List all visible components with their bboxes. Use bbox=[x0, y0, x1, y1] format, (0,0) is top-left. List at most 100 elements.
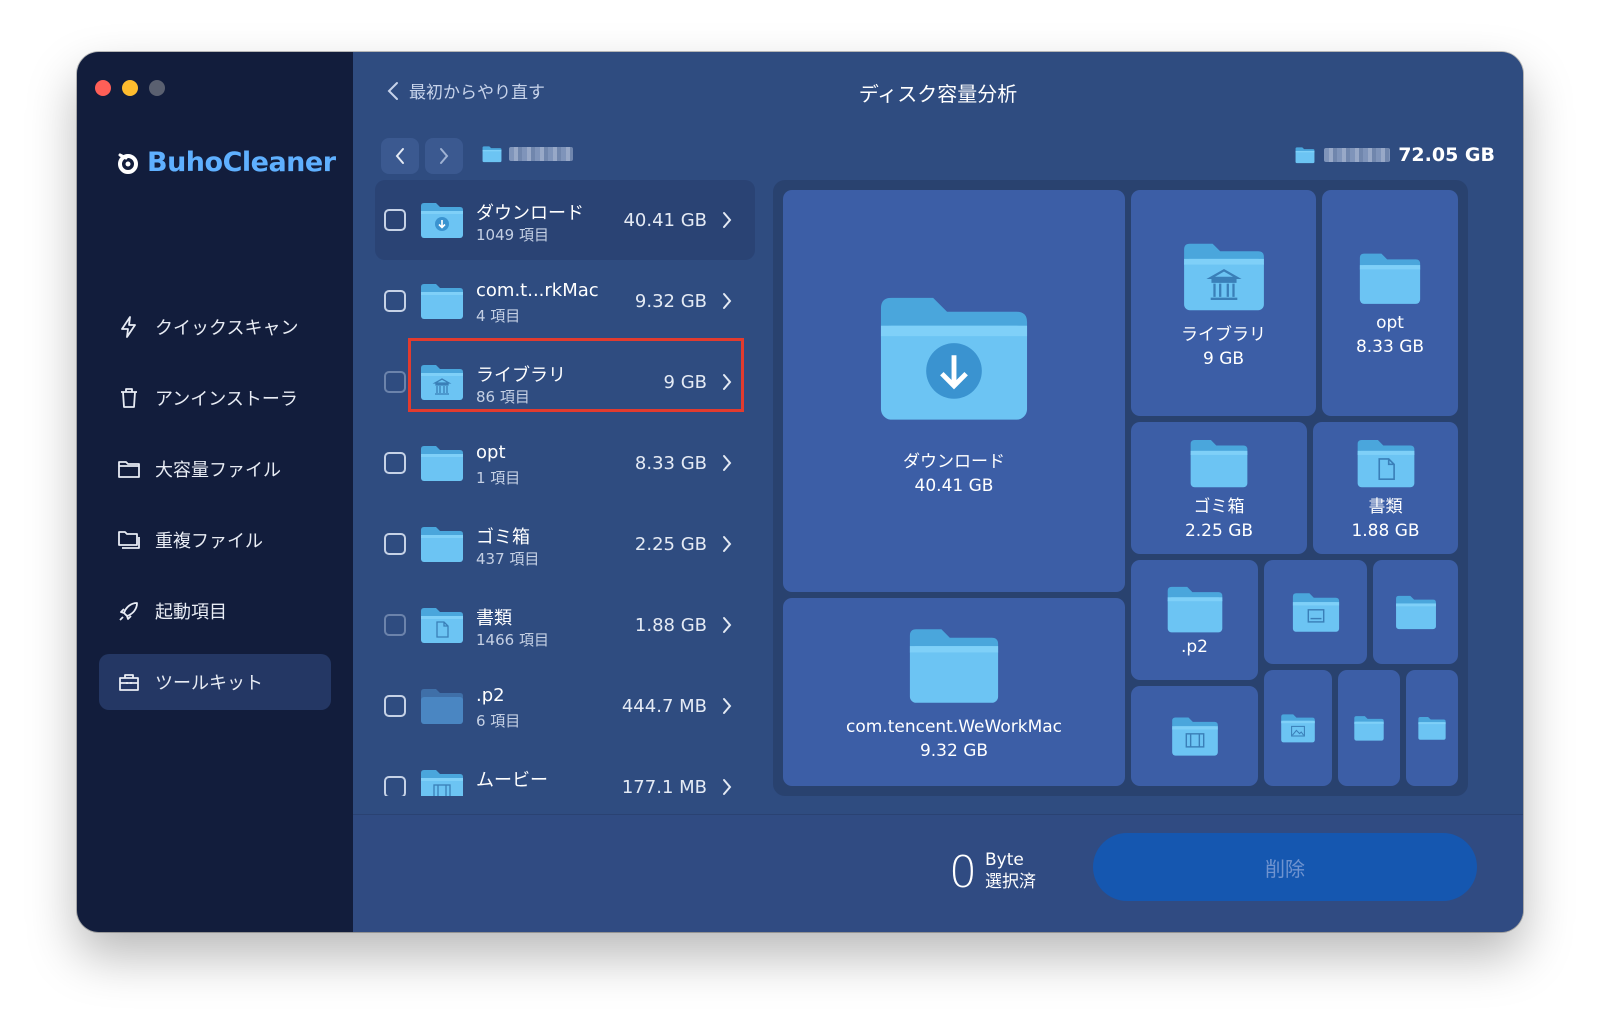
item-checkbox[interactable] bbox=[384, 776, 406, 798]
item-checkbox[interactable] bbox=[384, 371, 406, 393]
treemap-tile-small[interactable] bbox=[1338, 670, 1400, 786]
item-checkbox[interactable] bbox=[384, 695, 406, 717]
chevron-right-icon[interactable] bbox=[721, 778, 733, 796]
sidebar-item-toolkit[interactable]: ツールキット bbox=[99, 654, 331, 710]
item-checkbox[interactable] bbox=[384, 533, 406, 555]
list-item[interactable]: com.t...rkMac 4 項目 9.32 GB bbox=[375, 261, 755, 341]
zoom-window-button[interactable] bbox=[149, 80, 165, 96]
treemap-tile-p2[interactable]: .p2 bbox=[1131, 560, 1258, 680]
folder-icon bbox=[419, 443, 465, 483]
list-item[interactable]: ゴミ箱 437 項目 2.25 GB bbox=[375, 504, 755, 584]
treemap-tile-small[interactable] bbox=[1373, 560, 1458, 664]
rocket-icon bbox=[119, 602, 138, 621]
treemap-tile-opt[interactable]: opt 8.33 GB bbox=[1322, 190, 1458, 416]
folder-icon bbox=[1357, 249, 1423, 307]
sidebar-item-quick-scan[interactable]: クイックスキャン bbox=[99, 299, 331, 355]
selected-status: 選択済 bbox=[985, 872, 1036, 892]
item-count: 4 項目 bbox=[476, 307, 521, 325]
tile-size: 2.25 GB bbox=[1184, 520, 1254, 541]
treemap-tile-wework[interactable]: com.tencent.WeWorkMac 9.32 GB bbox=[783, 598, 1125, 786]
treemap-tile-trash[interactable]: ゴミ箱 2.25 GB bbox=[1131, 422, 1307, 554]
folder-icon bbox=[1417, 715, 1447, 741]
item-name: opt bbox=[476, 442, 506, 463]
forward-button[interactable] bbox=[425, 138, 463, 174]
disk-treemap: ダウンロード 40.41 GB ライブラリ 9 GB opt 8.33 GB ゴ… bbox=[773, 180, 1468, 796]
library-folder-icon bbox=[419, 362, 465, 402]
treemap-tile-documents[interactable]: 書類 1.88 GB bbox=[1313, 422, 1458, 554]
tile-name: ダウンロード bbox=[903, 451, 1005, 472]
lightning-icon bbox=[121, 316, 136, 338]
minimize-window-button[interactable] bbox=[122, 80, 138, 96]
close-window-button[interactable] bbox=[95, 80, 111, 96]
download-folder-icon bbox=[874, 287, 1034, 427]
item-checkbox[interactable] bbox=[384, 452, 406, 474]
item-checkbox[interactable] bbox=[384, 614, 406, 636]
page-title: ディスク容量分析 bbox=[858, 82, 1018, 106]
sidebar-item-label: ツールキット bbox=[155, 673, 263, 694]
list-item[interactable]: ライブラリ 86 項目 9 GB bbox=[375, 338, 755, 422]
item-size: 8.33 GB bbox=[634, 453, 707, 474]
item-size: 444.7 MB bbox=[621, 696, 707, 717]
tile-name: ライブラリ bbox=[1181, 324, 1266, 345]
chevron-left-icon bbox=[395, 148, 404, 164]
chevron-right-icon[interactable] bbox=[721, 535, 733, 553]
display-folder-icon bbox=[1290, 590, 1342, 634]
item-count: 6 項目 bbox=[476, 712, 521, 730]
chevron-right-icon[interactable] bbox=[721, 211, 733, 229]
treemap-tile-library[interactable]: ライブラリ 9 GB bbox=[1131, 190, 1316, 416]
sidebar-item-duplicate-files[interactable]: 重複ファイル bbox=[99, 512, 331, 568]
item-count: 1049 項目 bbox=[476, 226, 549, 244]
treemap-tile-small[interactable] bbox=[1264, 560, 1367, 664]
footer-bar: 0 Byte 選択済 削除 bbox=[353, 814, 1523, 932]
main-panel: 最初からやり直す ディスク容量分析 72.05 GB ダウンロード 1049 項… bbox=[353, 52, 1523, 932]
item-checkbox[interactable] bbox=[384, 209, 406, 231]
app-window: BuhoCleaner クイックスキャン アンインストーラ 大容量ファイル 重複… bbox=[77, 52, 1523, 932]
list-item[interactable]: 書類 1466 項目 1.88 GB bbox=[375, 585, 755, 665]
item-size: 40.41 GB bbox=[623, 210, 707, 231]
current-path bbox=[481, 145, 573, 163]
item-name: ムービー bbox=[476, 770, 548, 791]
window-controls bbox=[95, 80, 165, 96]
redacted-username bbox=[509, 147, 573, 161]
list-item[interactable]: ダウンロード 1049 項目 40.41 GB bbox=[375, 180, 755, 260]
tile-name: 書類 bbox=[1368, 496, 1403, 517]
item-checkbox[interactable] bbox=[384, 290, 406, 312]
back-button[interactable] bbox=[381, 138, 419, 174]
sidebar-item-uninstaller[interactable]: アンインストーラ bbox=[99, 370, 331, 426]
chevron-right-icon bbox=[440, 148, 449, 164]
sidebar-item-label: クイックスキャン bbox=[155, 318, 299, 339]
treemap-tile-downloads[interactable]: ダウンロード 40.41 GB bbox=[783, 190, 1125, 592]
tile-size: 9.32 GB bbox=[919, 741, 989, 761]
brand: BuhoCleaner bbox=[115, 147, 336, 178]
home-folder-icon bbox=[1294, 146, 1316, 164]
treemap-tile-small[interactable] bbox=[1264, 670, 1332, 786]
chevron-right-icon[interactable] bbox=[721, 697, 733, 715]
list-item[interactable]: opt 1 項目 8.33 GB bbox=[375, 423, 755, 503]
list-bottom-edge bbox=[375, 796, 755, 810]
buho-logo-icon bbox=[118, 153, 138, 174]
tile-size: 8.33 GB bbox=[1355, 337, 1425, 357]
sidebar-item-large-files[interactable]: 大容量ファイル bbox=[99, 441, 331, 497]
list-item[interactable]: .p2 6 項目 444.7 MB bbox=[375, 666, 755, 746]
movie-folder-icon bbox=[1170, 714, 1220, 758]
delete-button[interactable]: 削除 bbox=[1093, 833, 1477, 901]
treemap-tile-small[interactable] bbox=[1131, 686, 1258, 786]
item-count: 1 項目 bbox=[476, 469, 521, 487]
document-folder-icon bbox=[1354, 436, 1418, 490]
tile-name: .p2 bbox=[1180, 637, 1208, 657]
sidebar-item-startup-items[interactable]: 起動項目 bbox=[99, 583, 331, 639]
chevron-right-icon[interactable] bbox=[721, 454, 733, 472]
item-name: 書類 bbox=[476, 608, 512, 629]
treemap-tile-small[interactable] bbox=[1406, 670, 1458, 786]
item-size: 2.25 GB bbox=[634, 534, 707, 555]
duplicate-folder-icon bbox=[118, 531, 140, 549]
item-name: ダウンロード bbox=[476, 203, 584, 224]
total-size: 72.05 GB bbox=[1294, 144, 1495, 166]
item-name: ライブラリ bbox=[476, 365, 566, 386]
item-size: 9 GB bbox=[663, 372, 707, 393]
chevron-right-icon[interactable] bbox=[721, 373, 733, 391]
download-folder-icon bbox=[419, 200, 465, 240]
chevron-right-icon[interactable] bbox=[721, 616, 733, 634]
folder-icon bbox=[1394, 593, 1438, 631]
chevron-right-icon[interactable] bbox=[721, 292, 733, 310]
